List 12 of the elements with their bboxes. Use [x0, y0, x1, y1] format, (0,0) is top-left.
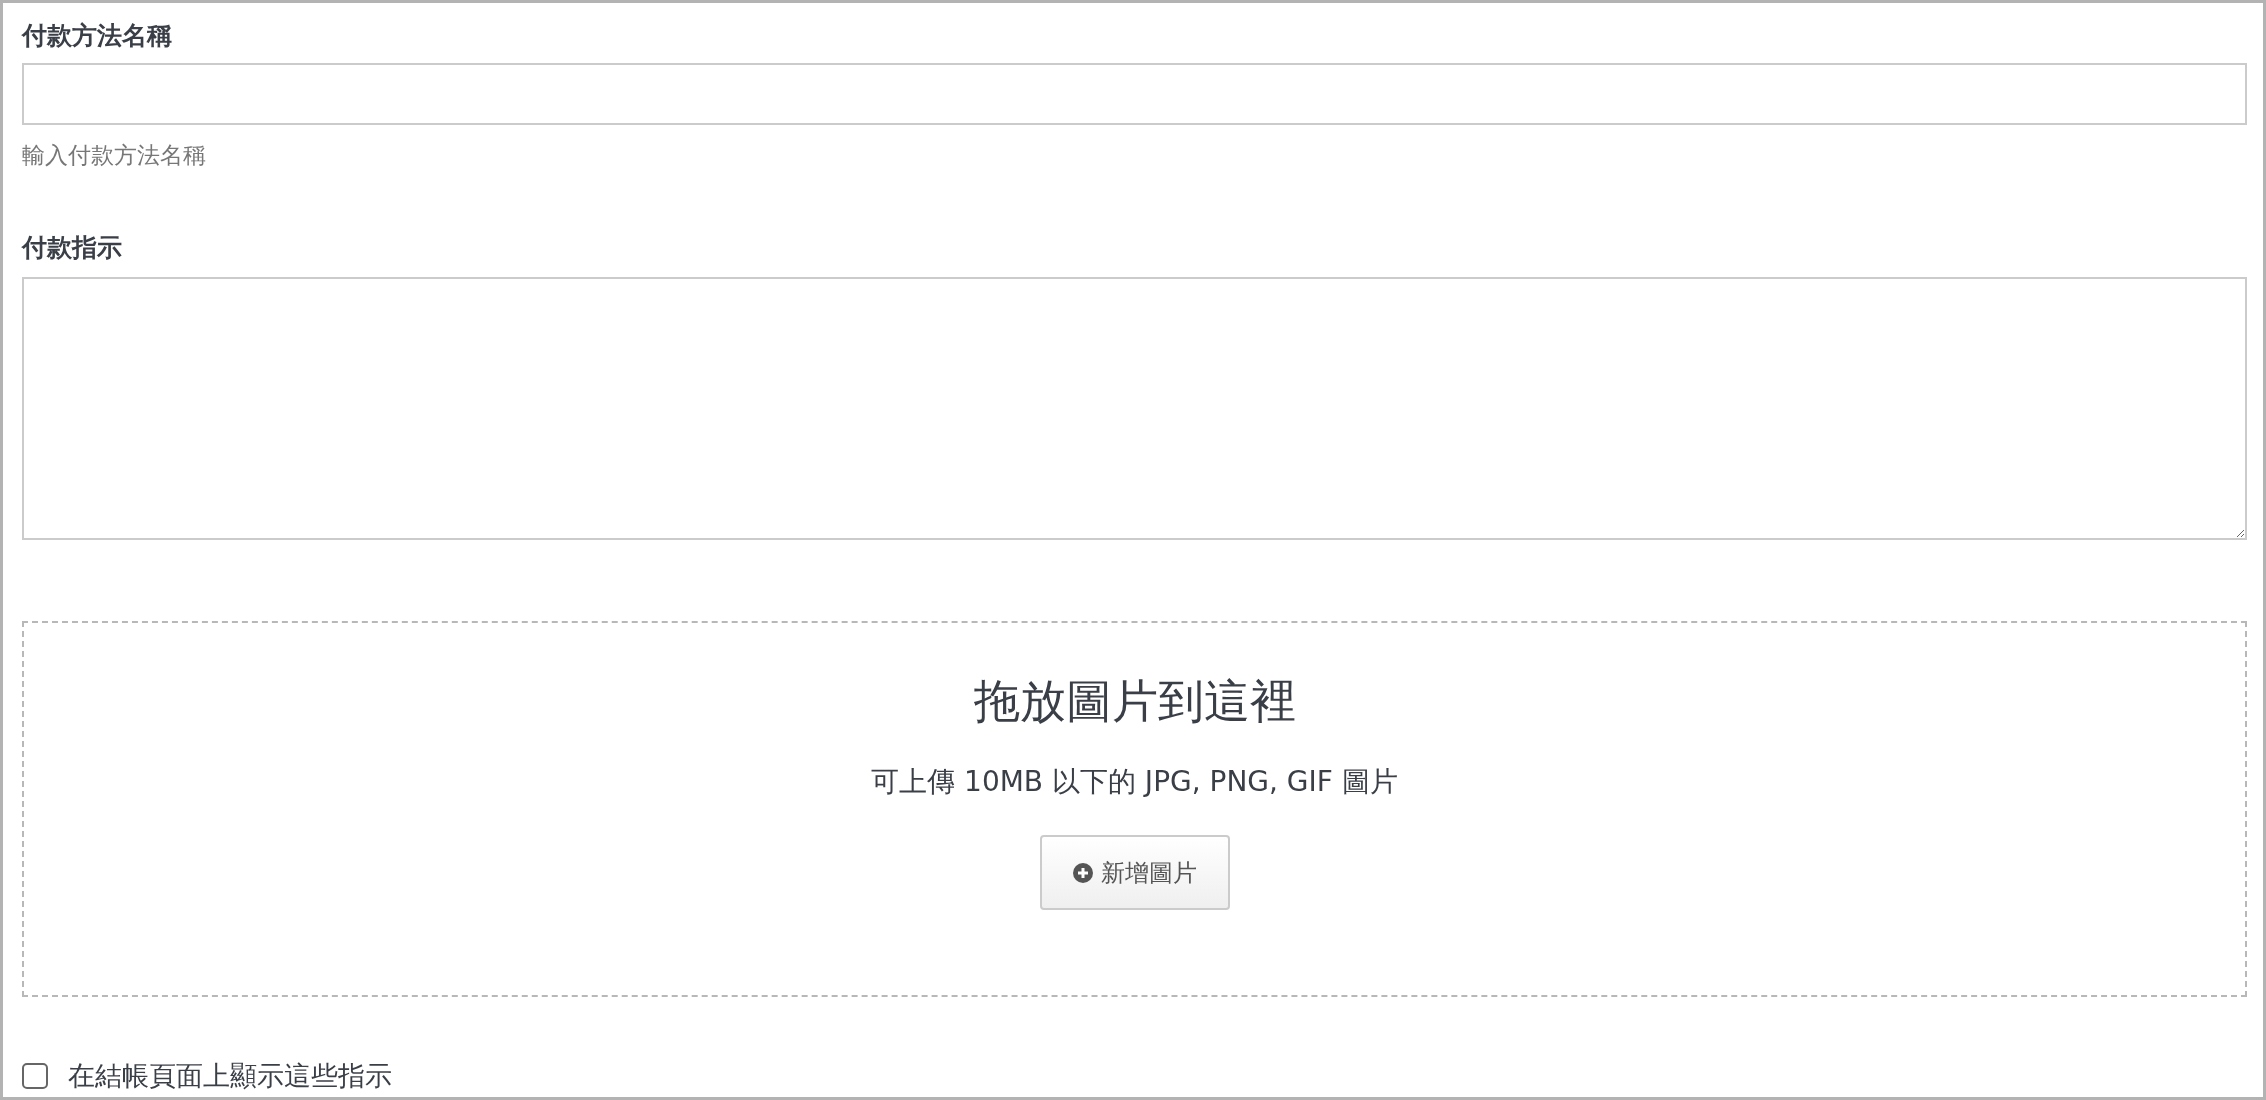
field-label: 付款方法名稱 [22, 20, 172, 52]
plus-circle-icon [1072, 862, 1093, 883]
field-label: 付款指示 [22, 232, 122, 264]
input-field[interactable] [22, 63, 2247, 125]
dropzone-title: 拖放圖片到這裡 [973, 673, 1296, 729]
checkbox[interactable] [22, 1063, 48, 1089]
field-hint: 輸入付款方法名稱 [22, 141, 206, 170]
image-dropzone[interactable]: 拖放圖片到這裡 可上傳 10MB 以下的 JPG, PNG, GIF 圖片 新增圖片 [22, 621, 2247, 997]
dropzone-subtitle: 可上傳 10MB 以下的 JPG, PNG, GIF 圖片 [871, 764, 1398, 800]
add-image-button[interactable]: 新增圖片 [1039, 835, 1230, 910]
text-area[interactable] [22, 277, 2247, 540]
checkbox-label[interactable]: 在結帳頁面上顯示這些指示 [68, 1058, 392, 1094]
